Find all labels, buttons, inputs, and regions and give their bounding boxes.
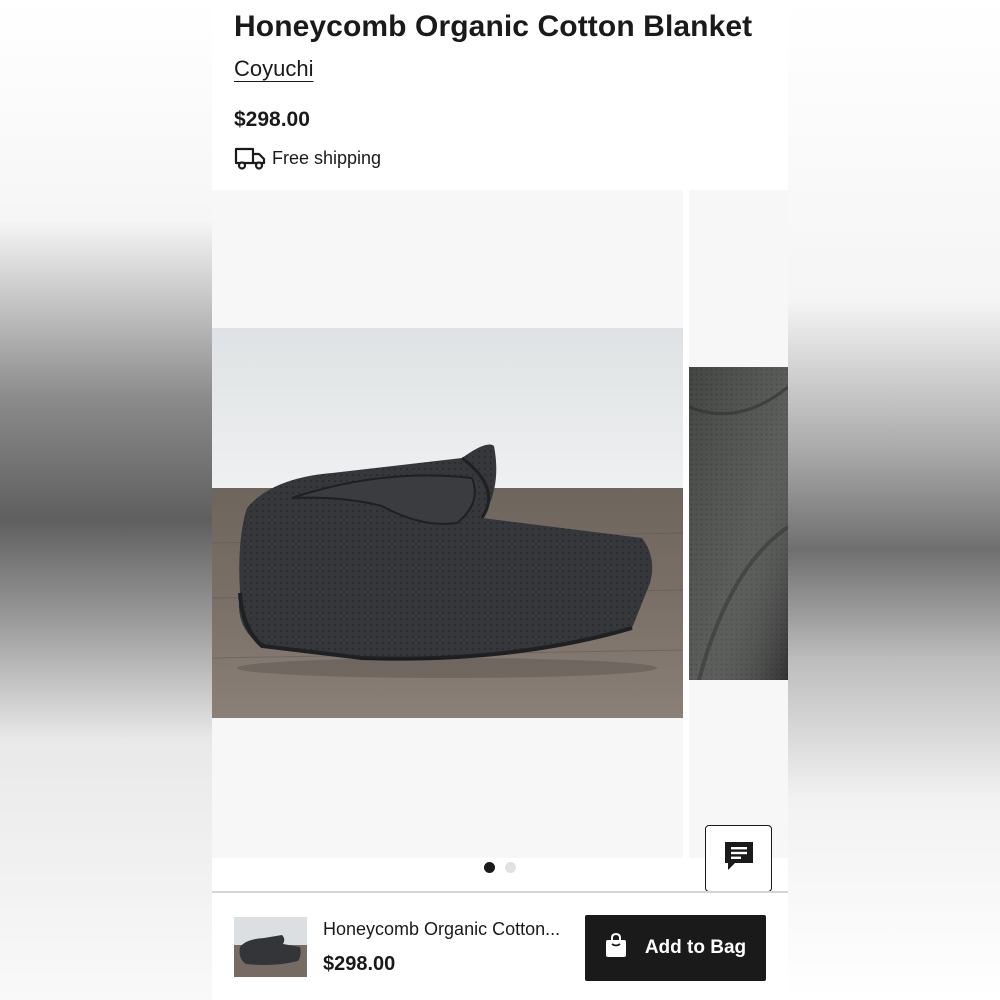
carousel-slide-main[interactable] [212,190,683,858]
add-to-bag-label: Add to Bag [644,937,747,958]
product-photo-blanket-texture [689,367,788,680]
carousel-dot-1[interactable] [484,862,495,873]
image-carousel[interactable] [212,190,788,858]
carousel-dot-2[interactable] [505,862,516,873]
sticky-product-thumbnail [234,917,307,977]
chat-icon [722,839,756,878]
sticky-product-price: $298.00 [323,953,396,975]
product-price: $298.00 [234,108,310,131]
chat-button[interactable] [705,825,772,892]
truck-icon [234,145,266,171]
carousel-slide-next[interactable] [689,190,788,858]
shipping-label: Free shipping [272,147,382,168]
shipping-info: Free shipping [234,145,381,171]
product-photo-folded-blanket [212,328,683,718]
brand-link[interactable]: Coyuchi [234,56,313,82]
shopping-bag-icon [605,932,627,964]
sticky-add-to-bag-bar: Honeycomb Organic Cotton... $298.00 Add … [212,893,788,1000]
add-to-bag-button[interactable]: Add to Bag [585,915,766,981]
carousel-pagination [212,862,788,876]
product-title: Honeycomb Organic Cotton Blanket [234,10,753,43]
product-page: Honeycomb Organic Cotton Blanket Coyuchi… [212,0,788,1000]
sticky-product-name: Honeycomb Organic Cotton... [323,919,561,939]
